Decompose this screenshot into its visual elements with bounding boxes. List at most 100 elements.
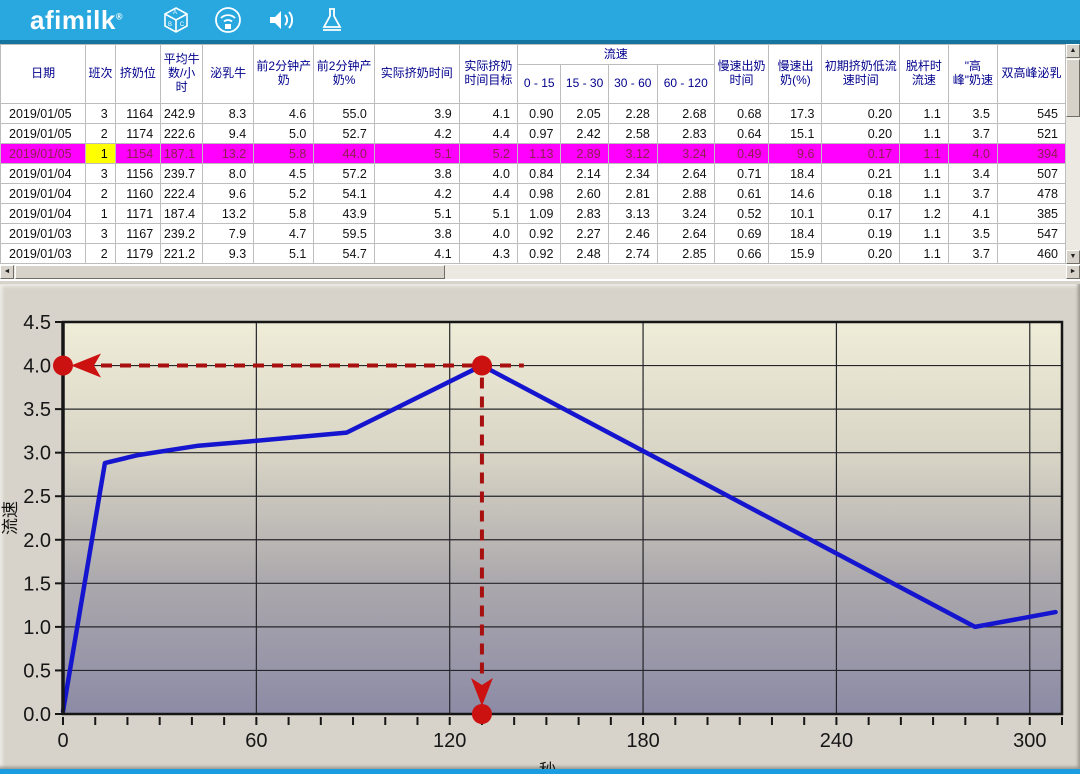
- column-header[interactable]: 15 - 30: [561, 65, 608, 104]
- table-cell: 239.7: [161, 164, 203, 184]
- table-cell: 13.2: [203, 144, 254, 164]
- table-cell: 2.05: [561, 104, 608, 124]
- table-cell: 3.5: [948, 104, 997, 124]
- flow-rate-group-header: 流速: [517, 45, 714, 65]
- table-cell: 2019/01/04: [1, 204, 86, 224]
- column-header[interactable]: 前2分钟产奶%: [314, 45, 375, 104]
- table-cell: 2.58: [608, 124, 657, 144]
- table-cell: 1.1: [900, 124, 949, 144]
- table-cell: 1156: [115, 164, 161, 184]
- table-cell: 15.1: [769, 124, 822, 144]
- table-cell: 2.27: [561, 224, 608, 244]
- table-cell: 4.4: [459, 184, 517, 204]
- table-cell: 3: [86, 104, 115, 124]
- table-cell: 1164: [115, 104, 161, 124]
- column-header[interactable]: 脱杆时流速: [900, 45, 949, 104]
- abc-cube-icon[interactable]: A B C: [161, 5, 191, 35]
- table-cell: 0.98: [517, 184, 560, 204]
- table-cell: 4.1: [459, 104, 517, 124]
- column-header[interactable]: 泌乳牛: [203, 45, 254, 104]
- column-header[interactable]: 挤奶位: [115, 45, 161, 104]
- table-cell: 2.89: [561, 144, 608, 164]
- table-cell: 15.9: [769, 244, 822, 264]
- table-cell: 4.6: [254, 104, 314, 124]
- table-cell: 4.2: [374, 184, 459, 204]
- table-cell: 2.28: [608, 104, 657, 124]
- sensor-signal-icon[interactable]: [213, 5, 243, 35]
- column-header[interactable]: 0 - 15: [517, 65, 560, 104]
- table-cell: 3.8: [374, 224, 459, 244]
- table-cell: 1.1: [900, 244, 949, 264]
- table-cell: 2.64: [657, 224, 714, 244]
- table-cell: 2.81: [608, 184, 657, 204]
- table-cell: 3: [86, 224, 115, 244]
- table-row[interactable]: 2019/01/0411171187.413.25.843.95.15.11.0…: [1, 204, 1066, 224]
- table-row[interactable]: 2019/01/0331167239.27.94.759.53.84.00.92…: [1, 224, 1066, 244]
- column-header[interactable]: 班次: [86, 45, 115, 104]
- column-header[interactable]: 慢速出奶时间: [714, 45, 769, 104]
- column-header[interactable]: 日期: [1, 45, 86, 104]
- table-row[interactable]: 2019/01/0431156239.78.04.557.23.84.00.84…: [1, 164, 1066, 184]
- column-header[interactable]: 双高峰泌乳: [997, 45, 1065, 104]
- column-header[interactable]: "高峰"奶速: [948, 45, 997, 104]
- table-cell: 3.7: [948, 244, 997, 264]
- table-cell: 4.0: [948, 144, 997, 164]
- table-cell: 0.20: [822, 104, 900, 124]
- scroll-down-button[interactable]: ▼: [1066, 250, 1080, 264]
- table-cell: 7.9: [203, 224, 254, 244]
- table-row[interactable]: 2019/01/0321179221.29.35.154.74.14.30.92…: [1, 244, 1066, 264]
- svg-text:0.5: 0.5: [23, 660, 51, 682]
- table-cell: 3: [86, 164, 115, 184]
- table-cell: 5.1: [254, 244, 314, 264]
- table-cell: 2019/01/05: [1, 104, 86, 124]
- table-cell: 0.92: [517, 244, 560, 264]
- table-cell: 187.1: [161, 144, 203, 164]
- horizontal-scroll-thumb[interactable]: [15, 265, 445, 279]
- table-row[interactable]: 2019/01/0521174222.69.45.052.74.24.40.97…: [1, 124, 1066, 144]
- table-cell: 385: [997, 204, 1065, 224]
- table-cell: 2019/01/03: [1, 244, 86, 264]
- table-cell: 54.7: [314, 244, 375, 264]
- column-header[interactable]: 实际挤奶时间: [374, 45, 459, 104]
- table-cell: 0.17: [822, 204, 900, 224]
- svg-text:0: 0: [57, 730, 68, 752]
- svg-text:0.0: 0.0: [23, 704, 51, 726]
- bottom-border-strip: [0, 769, 1080, 774]
- scroll-right-button[interactable]: ►: [1066, 265, 1080, 279]
- table-cell: 3.24: [657, 144, 714, 164]
- table-cell: 2.46: [608, 224, 657, 244]
- column-header[interactable]: 60 - 120: [657, 65, 714, 104]
- table-cell: 2019/01/04: [1, 164, 86, 184]
- table-row[interactable]: 2019/01/0531164242.98.34.655.03.94.10.90…: [1, 104, 1066, 124]
- column-header[interactable]: 实际挤奶时间目标: [459, 45, 517, 104]
- table-cell: 2019/01/04: [1, 184, 86, 204]
- table-cell: 2.68: [657, 104, 714, 124]
- table-cell: 1154: [115, 144, 161, 164]
- table-cell: 54.1: [314, 184, 375, 204]
- column-header[interactable]: 30 - 60: [608, 65, 657, 104]
- scroll-up-button[interactable]: ▲: [1066, 44, 1080, 58]
- table-cell: 4.1: [948, 204, 997, 224]
- table-cell: 2.60: [561, 184, 608, 204]
- table-cell: 2.14: [561, 164, 608, 184]
- table-cell: 2019/01/03: [1, 224, 86, 244]
- svg-text:120: 120: [433, 730, 466, 752]
- table-cell: 222.4: [161, 184, 203, 204]
- data-grid: 日期班次挤奶位平均牛数/小时泌乳牛前2分钟产奶前2分钟产奶%实际挤奶时间实际挤奶…: [0, 44, 1066, 264]
- column-header[interactable]: 前2分钟产奶: [254, 45, 314, 104]
- vertical-scroll-thumb[interactable]: [1066, 59, 1080, 117]
- column-header[interactable]: 平均牛数/小时: [161, 45, 203, 104]
- table-cell: 17.3: [769, 104, 822, 124]
- speaker-icon[interactable]: [265, 5, 295, 35]
- column-header[interactable]: 慢速出奶(%): [769, 45, 822, 104]
- table-row[interactable]: 2019/01/0421160222.49.65.254.14.24.40.98…: [1, 184, 1066, 204]
- scroll-left-button[interactable]: ◄: [0, 265, 14, 279]
- table-cell: 2.64: [657, 164, 714, 184]
- lab-flask-icon[interactable]: [317, 5, 347, 35]
- table-cell: 5.1: [374, 204, 459, 224]
- app-window: afimilk® A B C: [0, 0, 1080, 774]
- table-row-selected[interactable]: 2019/01/0511154187.113.25.844.05.15.21.1…: [1, 144, 1066, 164]
- svg-text:4.0: 4.0: [23, 356, 51, 378]
- column-header[interactable]: 初期挤奶低流速时间: [822, 45, 900, 104]
- table-cell: 5.0: [254, 124, 314, 144]
